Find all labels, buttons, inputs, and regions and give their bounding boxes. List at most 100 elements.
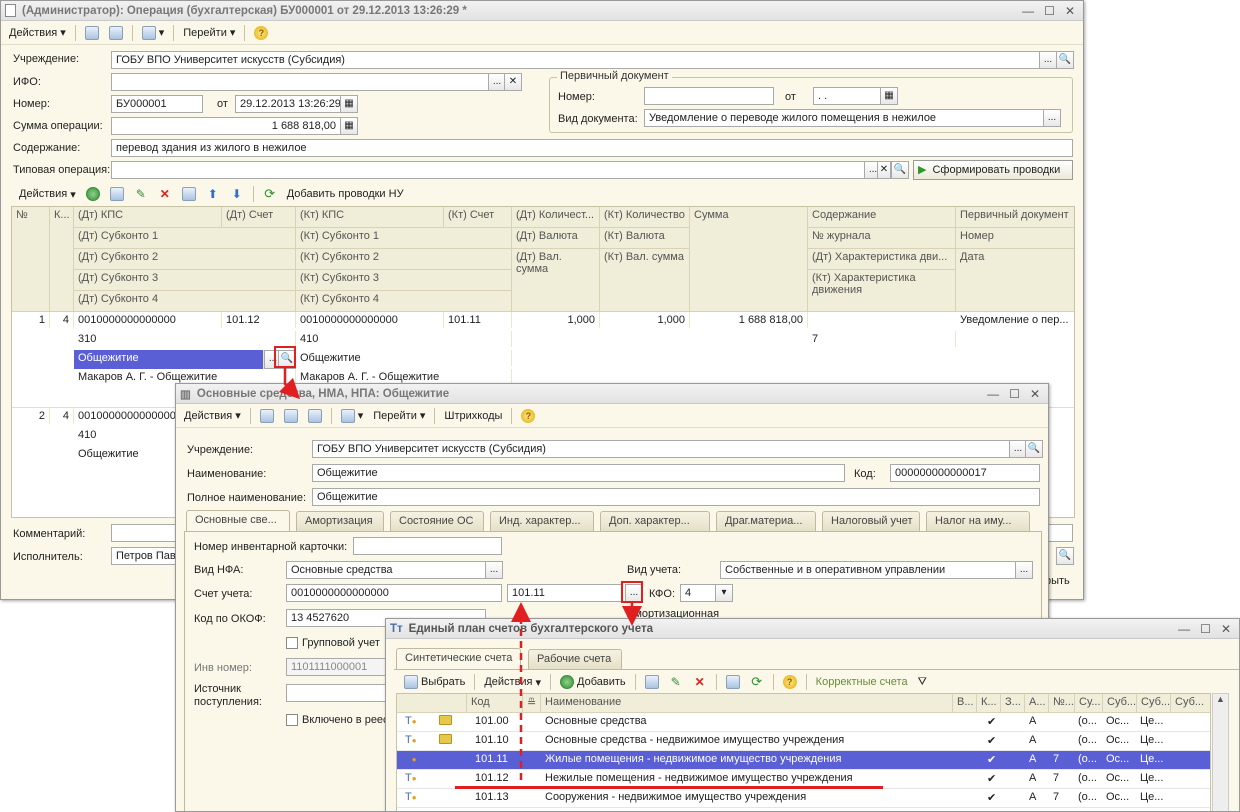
grid-header[interactable]: Су... — [1075, 694, 1103, 713]
clear-icon[interactable]: ✕ — [504, 73, 522, 91]
grid-header[interactable]: (Кт) Количество — [600, 207, 690, 228]
os-actions-menu[interactable]: Действия ▾ — [180, 407, 245, 424]
select-button[interactable]: ... — [1039, 51, 1057, 69]
tab-main-info[interactable]: Основные све... — [186, 510, 290, 531]
based-on-button[interactable]: ▾ — [337, 407, 368, 425]
add-nu-button[interactable]: Добавить проводки НУ — [283, 186, 408, 202]
move-down-button[interactable]: ⬇ — [226, 185, 248, 203]
account-field[interactable]: 101.11 — [507, 584, 623, 602]
primary-doc-number-field[interactable] — [644, 87, 774, 105]
grid-header[interactable]: (Кт) КПС — [296, 207, 444, 228]
grid-header[interactable]: (Кт) Валюта — [600, 228, 690, 249]
add-row-button[interactable] — [82, 185, 104, 203]
grid-header[interactable]: (Дт) Счет — [222, 207, 296, 228]
maximize-icon[interactable]: ☐ — [1200, 622, 1211, 636]
calendar-icon[interactable]: ▦ — [880, 87, 898, 105]
grid-header[interactable]: К... — [50, 207, 74, 312]
typical-op-field[interactable] — [111, 161, 865, 179]
add-button[interactable]: Добавить — [556, 673, 630, 691]
grid-header[interactable]: (Кт) Субконто 2 — [296, 249, 512, 270]
copy-button[interactable] — [641, 673, 663, 691]
date-field[interactable]: 29.12.2013 13:26:29 — [235, 95, 341, 113]
content-field[interactable]: перевод здания из жилого в нежилое — [111, 139, 1073, 157]
correct-accounts-button[interactable]: Корректные счета — [812, 674, 912, 690]
grid-header[interactable]: Дата — [956, 249, 1074, 312]
goto-menu[interactable]: Перейти ▾ — [179, 24, 239, 41]
search-icon[interactable]: 🔍 — [1025, 440, 1043, 458]
grid-actions-menu[interactable]: Действия ▾ — [15, 186, 80, 203]
sum-field[interactable]: 1 688 818,00 — [111, 117, 341, 135]
sort-icon[interactable]: ≞ — [523, 694, 541, 713]
grid-header[interactable]: Наименование — [541, 694, 953, 713]
grid-header[interactable]: (Кт) Субконто 4 — [296, 291, 512, 312]
barcodes-button[interactable]: Штрихкоды — [440, 408, 506, 424]
table-row[interactable]: T● 101.10 Основные средства - недвижимое и… — [397, 732, 1210, 751]
close-icon[interactable]: ✕ — [1065, 4, 1075, 18]
grid-header[interactable]: № журнала — [808, 228, 956, 249]
os-goto-menu[interactable]: Перейти ▾ — [369, 407, 429, 424]
grid-header[interactable]: (Дт) Характеристика дви... — [808, 249, 956, 270]
maximize-icon[interactable]: ☐ — [1009, 387, 1020, 401]
tab-os-state[interactable]: Состояние ОС — [390, 511, 484, 531]
grid-header[interactable]: (Дт) КПС — [74, 207, 222, 228]
grid-header[interactable]: Суб... — [1137, 694, 1171, 713]
os-institution-field[interactable]: ГОБУ ВПО Университет искусств (Субсидия) — [312, 440, 1010, 458]
calculator-icon[interactable]: ▦ — [340, 117, 358, 135]
grid-header[interactable]: (Кт) Вал. сумма — [600, 249, 690, 312]
search-icon[interactable]: 🔍 — [1056, 51, 1074, 69]
number-field[interactable]: БУ000001 — [111, 95, 203, 113]
tab-ind-char[interactable]: Инд. характер... — [490, 511, 594, 531]
minimize-icon[interactable]: — — [987, 387, 999, 401]
close-icon[interactable]: ✕ — [1030, 387, 1040, 401]
save-close-button[interactable] — [280, 407, 302, 425]
os-name-field[interactable]: Общежитие — [312, 464, 845, 482]
tab-property-tax[interactable]: Налог на иму... — [926, 511, 1030, 531]
tab-synthetic[interactable]: Синтетические счета — [396, 648, 521, 669]
end-edit-button[interactable] — [178, 185, 200, 203]
primary-doc-date-field[interactable]: . . — [813, 87, 881, 105]
dropdown-button[interactable]: ▾ — [715, 584, 733, 602]
group-accounting-checkbox[interactable]: Групповой учет — [286, 637, 380, 650]
grid-header[interactable]: (Дт) Субконто 4 — [74, 291, 296, 312]
help-button[interactable]: ? — [779, 673, 801, 691]
grid-header[interactable]: (Дт) Вал. сумма — [512, 249, 600, 312]
save-button[interactable] — [256, 407, 278, 425]
tab-working[interactable]: Рабочие счета — [528, 649, 622, 669]
grid-header[interactable] — [397, 694, 467, 713]
edit-button[interactable]: ✎ — [665, 673, 687, 691]
delete-button[interactable]: ✕ — [689, 673, 711, 691]
help-button[interactable]: ? — [517, 407, 539, 425]
actions-menu[interactable]: Действия ▾ — [5, 24, 70, 41]
choose-button[interactable]: Выбрать — [400, 673, 469, 691]
table-row[interactable]: T● 101.11 Жилые помещения - недвижимое иму… — [397, 751, 1210, 770]
save-button[interactable] — [81, 24, 103, 42]
account-kps-field[interactable]: 0010000000000000 — [286, 584, 502, 602]
table-row[interactable]: T● 101.13 Сооружения - недвижимое имуществ… — [397, 789, 1210, 808]
grid-header[interactable]: (Дт) Валюта — [512, 228, 600, 249]
kfo-field[interactable]: 4 — [680, 584, 716, 602]
maximize-icon[interactable]: ☐ — [1044, 4, 1055, 18]
grid-header[interactable]: В... — [953, 694, 977, 713]
close-icon[interactable]: ✕ — [1221, 622, 1231, 636]
doctype-field[interactable]: Уведомление о переводе жилого помещения … — [644, 109, 1044, 127]
copy-row-button[interactable] — [106, 185, 128, 203]
tab-precious[interactable]: Драг.материа... — [716, 511, 816, 531]
select-button[interactable]: ... — [1043, 109, 1061, 127]
os-code-field[interactable]: 000000000000017 — [890, 464, 1040, 482]
grid-header[interactable]: (Кт) Характеристика движения — [808, 270, 956, 312]
based-on-button[interactable]: ▾ — [138, 24, 169, 42]
search-icon[interactable]: 🔍 — [891, 161, 909, 179]
grid-header[interactable]: Сумма — [690, 207, 808, 312]
grid-header[interactable]: №... — [1049, 694, 1075, 713]
grid-header[interactable]: Первичный документ — [956, 207, 1074, 228]
minimize-icon[interactable]: — — [1022, 4, 1034, 18]
grid-header[interactable]: К... — [977, 694, 1001, 713]
search-icon[interactable]: 🔍 — [1056, 547, 1074, 565]
minimize-icon[interactable]: — — [1178, 622, 1190, 636]
tab-tax[interactable]: Налоговый учет — [822, 511, 920, 531]
calendar-icon[interactable]: ▦ — [340, 95, 358, 113]
inv-card-field[interactable] — [353, 537, 502, 555]
grid-header[interactable]: (Дт) Субконто 2 — [74, 249, 296, 270]
select-button[interactable]: ... — [485, 561, 503, 579]
nfa-type-field[interactable]: Основные средства — [286, 561, 486, 579]
